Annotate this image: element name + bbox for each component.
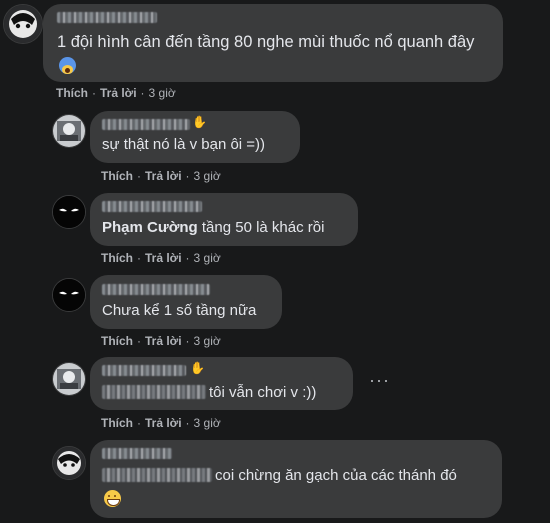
reply-button[interactable]: Trả lời bbox=[100, 86, 137, 100]
reply-button[interactable]: Trả lời bbox=[145, 169, 182, 183]
avatar-image bbox=[53, 115, 85, 147]
avatar[interactable] bbox=[52, 362, 86, 396]
avatar[interactable] bbox=[52, 195, 86, 229]
timestamp[interactable]: 3 giờ bbox=[194, 251, 221, 265]
like-button[interactable]: Thích bbox=[101, 416, 133, 430]
comment-actions: Thích · Trả lời · 3 giờ bbox=[101, 169, 221, 183]
avatar-image bbox=[53, 447, 85, 479]
avatar-image bbox=[53, 196, 85, 228]
timestamp[interactable]: 3 giờ bbox=[149, 86, 176, 100]
comment-bubble[interactable]: ✋ sự thật nó là v bạn ôi =)) bbox=[90, 111, 300, 163]
comment-actions: Thích · Trả lời · 3 giờ bbox=[101, 334, 221, 348]
author-name-redacted[interactable] bbox=[102, 448, 172, 459]
grinning-squinting-face-icon bbox=[104, 490, 121, 507]
more-options-button[interactable]: ··· bbox=[369, 370, 390, 391]
mention-link[interactable]: Phạm Cường bbox=[102, 219, 198, 236]
avatar-image bbox=[53, 363, 85, 395]
waving-hand-icon: ✋ bbox=[192, 115, 207, 129]
comment-bubble[interactable]: Phạm Cường tầng 50 là khác rồi bbox=[90, 193, 358, 246]
timestamp[interactable]: 3 giờ bbox=[194, 169, 221, 183]
author-name-redacted[interactable] bbox=[102, 119, 190, 130]
mention-redacted[interactable] bbox=[102, 468, 212, 482]
reply-button[interactable]: Trả lời bbox=[145, 416, 182, 430]
avatar-image bbox=[53, 279, 85, 311]
author-name-redacted[interactable] bbox=[102, 201, 202, 212]
author-name-redacted[interactable] bbox=[102, 365, 186, 376]
like-button[interactable]: Thích bbox=[56, 86, 88, 100]
comment-bubble[interactable]: Chưa kể 1 số tầng nữa bbox=[90, 275, 282, 329]
comment-text: tôi vẫn chơi v :)) bbox=[102, 383, 316, 403]
avatar[interactable] bbox=[52, 446, 86, 480]
avatar-image bbox=[4, 5, 42, 43]
comment-text: Chưa kể 1 số tầng nữa bbox=[102, 302, 257, 319]
comment-bubble[interactable]: ✋ tôi vẫn chơi v :)) bbox=[90, 357, 353, 410]
like-button[interactable]: Thích bbox=[101, 169, 133, 183]
author-name-redacted[interactable] bbox=[102, 284, 210, 295]
avatar[interactable] bbox=[52, 114, 86, 148]
comment-text: sự thật nó là v bạn ôi =)) bbox=[102, 136, 266, 153]
timestamp[interactable]: 3 giờ bbox=[194, 416, 221, 430]
author-name-redacted[interactable] bbox=[57, 12, 157, 23]
comment-actions: Thích · Trả lời · 3 giờ bbox=[101, 251, 221, 265]
comment-text: coi chừng ăn gạch của các thánh đó bbox=[102, 466, 457, 486]
comment-actions: Thích · Trả lời · 3 giờ bbox=[101, 416, 221, 430]
comment-bubble[interactable]: 1 đội hình cân đến tầng 80 nghe mùi thuố… bbox=[43, 4, 503, 82]
like-button[interactable]: Thích bbox=[101, 251, 133, 265]
comment-bubble[interactable]: coi chừng ăn gạch của các thánh đó bbox=[90, 440, 502, 518]
comment-actions: Thích · Trả lời · 3 giờ bbox=[56, 86, 176, 100]
avatar[interactable] bbox=[52, 278, 86, 312]
reply-button[interactable]: Trả lời bbox=[145, 334, 182, 348]
face-screaming-in-fear-icon bbox=[59, 57, 76, 74]
avatar[interactable] bbox=[3, 4, 43, 44]
reply-button[interactable]: Trả lời bbox=[145, 251, 182, 265]
like-button[interactable]: Thích bbox=[101, 334, 133, 348]
timestamp[interactable]: 3 giờ bbox=[194, 334, 221, 348]
comment-text: 1 đội hình cân đến tầng 80 nghe mùi thuố… bbox=[57, 30, 487, 78]
mention-redacted[interactable] bbox=[102, 385, 206, 399]
comment-text: Phạm Cường tầng 50 là khác rồi bbox=[102, 219, 325, 236]
waving-hand-icon: ✋ bbox=[190, 361, 205, 375]
